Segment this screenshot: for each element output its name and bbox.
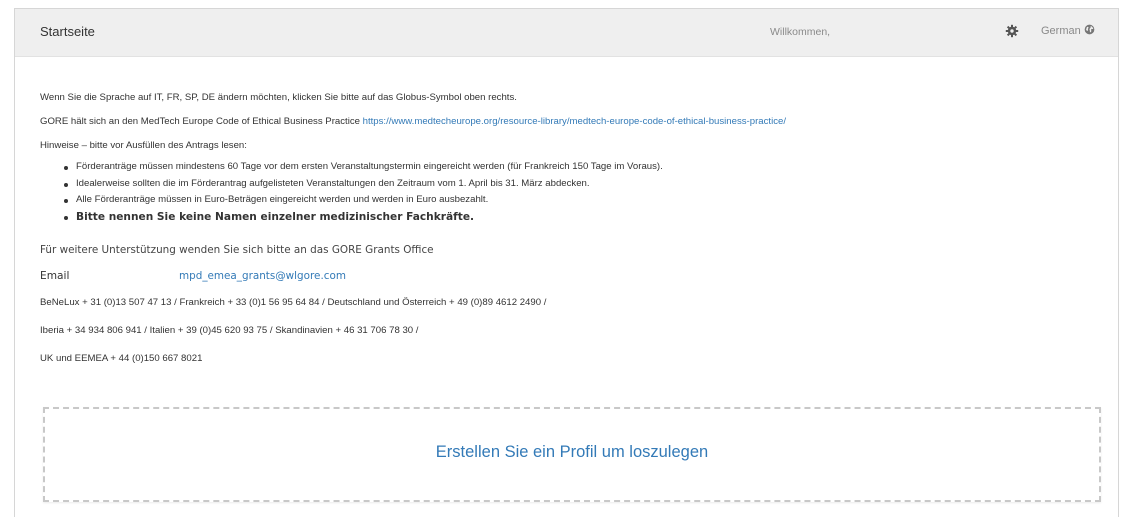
code-link[interactable]: https://www.medtecheurope.org/resource-l… <box>363 116 786 127</box>
email-link[interactable]: mpd_emea_grants@wlgore.com <box>179 270 346 282</box>
code-text: GORE hält sich an den MedTech Europe Cod… <box>40 116 363 127</box>
language-label: German <box>1041 25 1081 37</box>
language-hint: Wenn Sie die Sprache auf IT, FR, SP, DE … <box>40 92 517 103</box>
notes-heading: Hinweise – bitte vor Ausfüllen des Antra… <box>40 140 247 151</box>
globe-icon[interactable] <box>1084 24 1095 38</box>
email-label: Email <box>40 270 70 282</box>
create-profile-button[interactable]: Erstellen Sie ein Profil um loszulegen <box>43 407 1101 502</box>
list-item: Idealerweise sollten die im Förderantrag… <box>64 176 663 193</box>
phone-numbers-line-3: UK und EEMEA + 44 (0)150 667 8021 <box>40 353 203 364</box>
notes-list: Förderanträge müssen mindestens 60 Tage … <box>64 159 663 225</box>
phone-numbers-line-2: Iberia + 34 934 806 941 / Italien + 39 (… <box>40 325 419 336</box>
page-title[interactable]: Startseite <box>40 24 95 39</box>
email-row: Email mpd_emea_grants@wlgore.com <box>40 270 640 286</box>
support-text: Für weitere Unterstützung wenden Sie sic… <box>40 244 434 256</box>
gear-icon[interactable] <box>1004 23 1020 39</box>
code-of-practice: GORE hält sich an den MedTech Europe Cod… <box>40 116 786 127</box>
list-item: Förderanträge müssen mindestens 60 Tage … <box>64 159 663 176</box>
language-selector[interactable]: German <box>1041 24 1095 38</box>
list-item: Alle Förderanträge müssen in Euro-Beträg… <box>64 192 663 209</box>
create-profile-label: Erstellen Sie ein Profil um loszulegen <box>435 443 709 461</box>
top-navbar: Startseite Willkommen, German <box>15 9 1118 57</box>
welcome-text: Willkommen, <box>770 26 831 38</box>
list-item: Bitte nennen Sie keine Namen einzelner m… <box>64 209 663 226</box>
phone-numbers-line-1: BeNeLux + 31 (0)13 507 47 13 / Frankreic… <box>40 297 547 308</box>
page-frame: Startseite Willkommen, German Wenn Sie d… <box>14 8 1119 517</box>
